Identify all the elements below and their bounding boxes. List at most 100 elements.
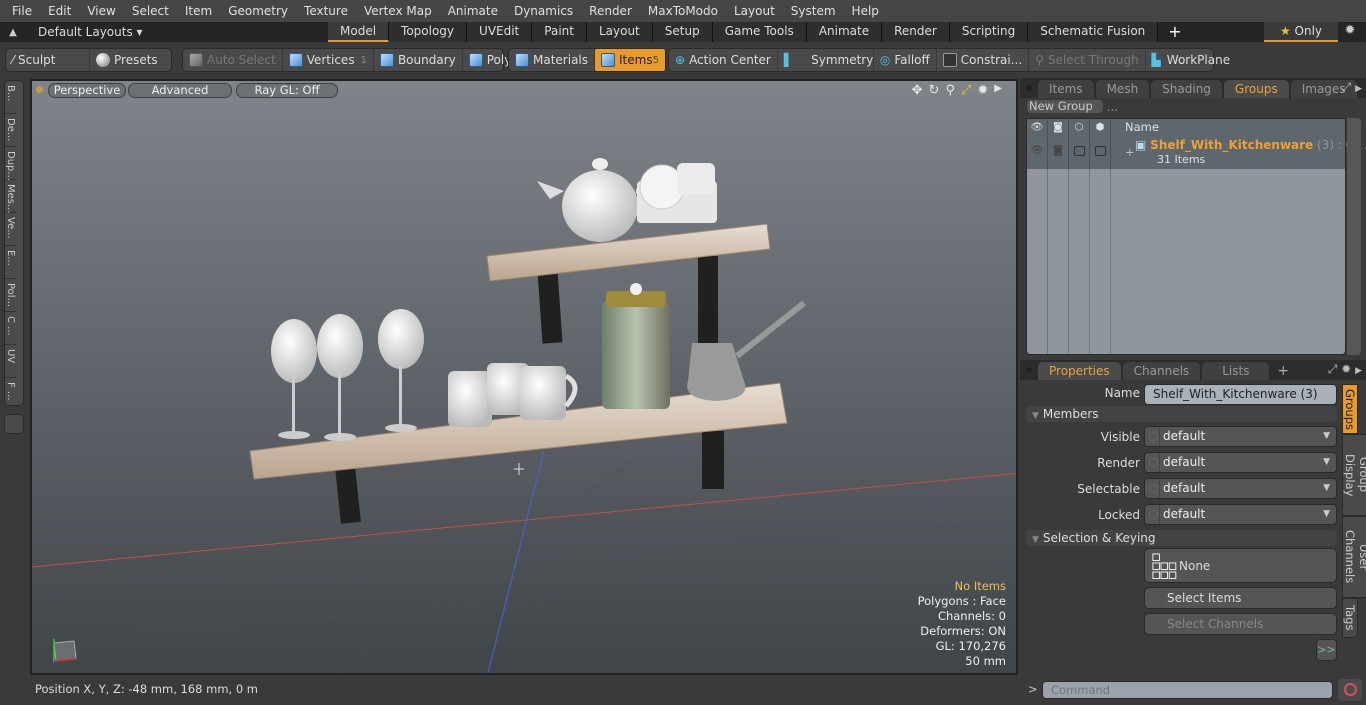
lock-cube-icon[interactable]: ⬢ <box>1090 119 1111 136</box>
strip-tab-uv[interactable]: UV <box>5 345 16 378</box>
locked-dropdown[interactable]: default ▼ <box>1144 504 1337 525</box>
menu-texture[interactable]: Texture <box>296 4 356 18</box>
visible-dropdown[interactable]: default ▼ <box>1144 426 1337 447</box>
strip-tab-vertex[interactable]: Ve... <box>5 213 16 246</box>
add-tab-icon[interactable]: + <box>1271 362 1295 380</box>
row-render-icon[interactable]: ◙ <box>1048 136 1069 169</box>
tab-layout[interactable]: Layout <box>586 22 653 42</box>
visible-radio[interactable] <box>1149 432 1158 441</box>
presets-button[interactable]: Presets <box>90 49 164 71</box>
select-channels-button[interactable]: Select Channels <box>1144 613 1337 635</box>
menu-item[interactable]: Item <box>177 4 220 18</box>
action-center-button[interactable]: ⊕ Action Center <box>669 49 778 71</box>
collapse-arrow-icon[interactable]: ▲ <box>0 27 26 38</box>
menu-maxtomodo[interactable]: MaxToModo <box>640 4 726 18</box>
none-selection-button[interactable]: ▫ ▫▫▫ ▫▫▫ None <box>1144 548 1337 583</box>
row-lock-checkbox[interactable] <box>1094 146 1106 156</box>
strip-tab-mesh-edit[interactable]: Mes... <box>5 180 16 214</box>
strip-tab-curve[interactable]: C ... <box>5 312 16 345</box>
items-button[interactable]: Items 5 <box>595 49 665 71</box>
3d-viewport[interactable]: Perspective Advanced Ray GL: Off ✥ ↻ ⚲ ⤢… <box>30 79 1018 675</box>
strip-tab-duplicate[interactable]: Dup... <box>5 147 16 181</box>
falloff-button[interactable]: ◎ Falloff <box>874 49 937 71</box>
tab-render[interactable]: Render <box>882 22 950 42</box>
expand-plus-icon[interactable]: + <box>1125 145 1135 159</box>
menu-layout[interactable]: Layout <box>726 4 783 18</box>
expand-icon[interactable]: ⤢ <box>1328 362 1338 376</box>
menu-system[interactable]: System <box>783 4 844 18</box>
menu-help[interactable]: Help <box>844 4 887 18</box>
symmetry-button[interactable]: ▌ Symmetry <box>778 49 874 71</box>
selectable-cube-icon[interactable]: ⬡ <box>1069 119 1090 136</box>
menu-view[interactable]: View <box>79 4 123 18</box>
menu-vertex-map[interactable]: Vertex Map <box>356 4 440 18</box>
vertices-button[interactable]: Vertices 1 <box>283 49 374 71</box>
tab-uvedit[interactable]: UVEdit <box>467 22 533 42</box>
default-layouts-dropdown[interactable]: Default Layouts ▾ <box>26 25 326 39</box>
workplane-button[interactable]: ▙ WorkPlane <box>1146 49 1237 71</box>
add-tab-plus-icon[interactable]: + <box>1158 22 1191 42</box>
strip-tab-fusion[interactable]: F ... <box>5 378 16 411</box>
selectable-dropdown[interactable]: default ▼ <box>1144 478 1337 499</box>
tab-schematic-fusion[interactable]: Schematic Fusion <box>1028 22 1159 42</box>
locked-radio[interactable] <box>1149 510 1158 519</box>
side-tab-tags[interactable]: Tags <box>1342 598 1358 638</box>
tab-animate[interactable]: Animate <box>806 22 883 42</box>
visibility-eye-icon[interactable]: 👁 <box>1027 119 1048 136</box>
select-items-button[interactable]: Select Items <box>1144 587 1337 609</box>
tab-model[interactable]: Model <box>328 22 390 42</box>
more-button[interactable]: >> <box>1316 639 1337 661</box>
tab-items[interactable]: Items <box>1038 80 1094 98</box>
panel-arrow-icon[interactable]: ▶ <box>1355 84 1362 94</box>
selection-keying-section-header[interactable]: ▼ Selection & Keying <box>1026 530 1337 546</box>
tab-setup[interactable]: Setup <box>652 22 713 42</box>
tab-shading[interactable]: Shading <box>1151 80 1222 98</box>
menu-geometry[interactable]: Geometry <box>220 4 296 18</box>
constraints-button[interactable]: Constrai... <box>937 49 1030 71</box>
panel-gear-icon[interactable]: ✹ <box>1341 362 1351 376</box>
auto-select-button[interactable]: Auto Select <box>183 49 283 71</box>
side-tab-user-channels[interactable]: User Channels <box>1342 516 1366 598</box>
menu-dynamics[interactable]: Dynamics <box>506 4 581 18</box>
group-row[interactable]: 👁 ◙ + ▣ Shelf_With_Kitchenware (3) : Gr … <box>1027 136 1366 169</box>
command-input[interactable] <box>1042 681 1333 699</box>
tab-lists[interactable]: Lists <box>1202 362 1270 380</box>
menu-render[interactable]: Render <box>581 4 640 18</box>
members-section-header[interactable]: ▼ Members <box>1026 406 1337 422</box>
tab-mesh[interactable]: Mesh ... <box>1095 80 1150 114</box>
render-radio[interactable] <box>1149 458 1158 467</box>
side-tab-group-display[interactable]: Group Display <box>1342 434 1366 516</box>
menu-file[interactable]: File <box>4 4 40 18</box>
strip-tab-edge[interactable]: E... <box>5 246 16 279</box>
materials-button[interactable]: Materials <box>509 49 596 71</box>
groups-scrollbar[interactable] <box>1347 118 1361 355</box>
strip-tab-polygon[interactable]: Pol... <box>5 279 16 312</box>
tab-scripting[interactable]: Scripting <box>949 22 1029 42</box>
record-macro-button[interactable] <box>1338 679 1362 701</box>
panel-arrow-icon[interactable]: ▶ <box>1355 366 1362 376</box>
menu-edit[interactable]: Edit <box>40 4 79 18</box>
tab-groups[interactable]: Groups <box>1223 80 1289 98</box>
select-through-button[interactable]: ⚲ Select Through <box>1029 49 1146 71</box>
row-selectable-checkbox[interactable] <box>1073 146 1085 156</box>
strip-tab-deform[interactable]: De... <box>5 114 16 147</box>
row-eye-icon[interactable]: 👁 <box>1027 136 1048 169</box>
render-dropdown[interactable]: default ▼ <box>1144 452 1337 473</box>
tab-properties[interactable]: Properties <box>1038 362 1121 380</box>
left-strip-extra-button[interactable] <box>4 414 24 434</box>
menu-select[interactable]: Select <box>124 4 177 18</box>
strip-tab-basic[interactable]: B... <box>5 81 16 114</box>
tab-channels[interactable]: Channels <box>1122 362 1201 380</box>
menu-animate[interactable]: Animate <box>440 4 506 18</box>
tab-topology[interactable]: Topology <box>389 22 468 42</box>
tab-game-tools[interactable]: Game Tools <box>712 22 807 42</box>
selectable-radio[interactable] <box>1149 484 1158 493</box>
only-toggle[interactable]: ★ Only <box>1264 22 1338 42</box>
gear-icon[interactable]: ✹ <box>1340 23 1360 38</box>
name-input[interactable]: Shelf_With_Kitchenware (3) <box>1144 384 1337 405</box>
new-group-button[interactable]: New Group <box>1026 99 1104 114</box>
expand-icon[interactable]: ⤢ <box>1342 80 1352 94</box>
sculpt-button[interactable]: ⁄ Sculpt <box>6 49 90 71</box>
tab-paint[interactable]: Paint <box>532 22 587 42</box>
side-tab-groups[interactable]: Groups <box>1342 384 1358 434</box>
